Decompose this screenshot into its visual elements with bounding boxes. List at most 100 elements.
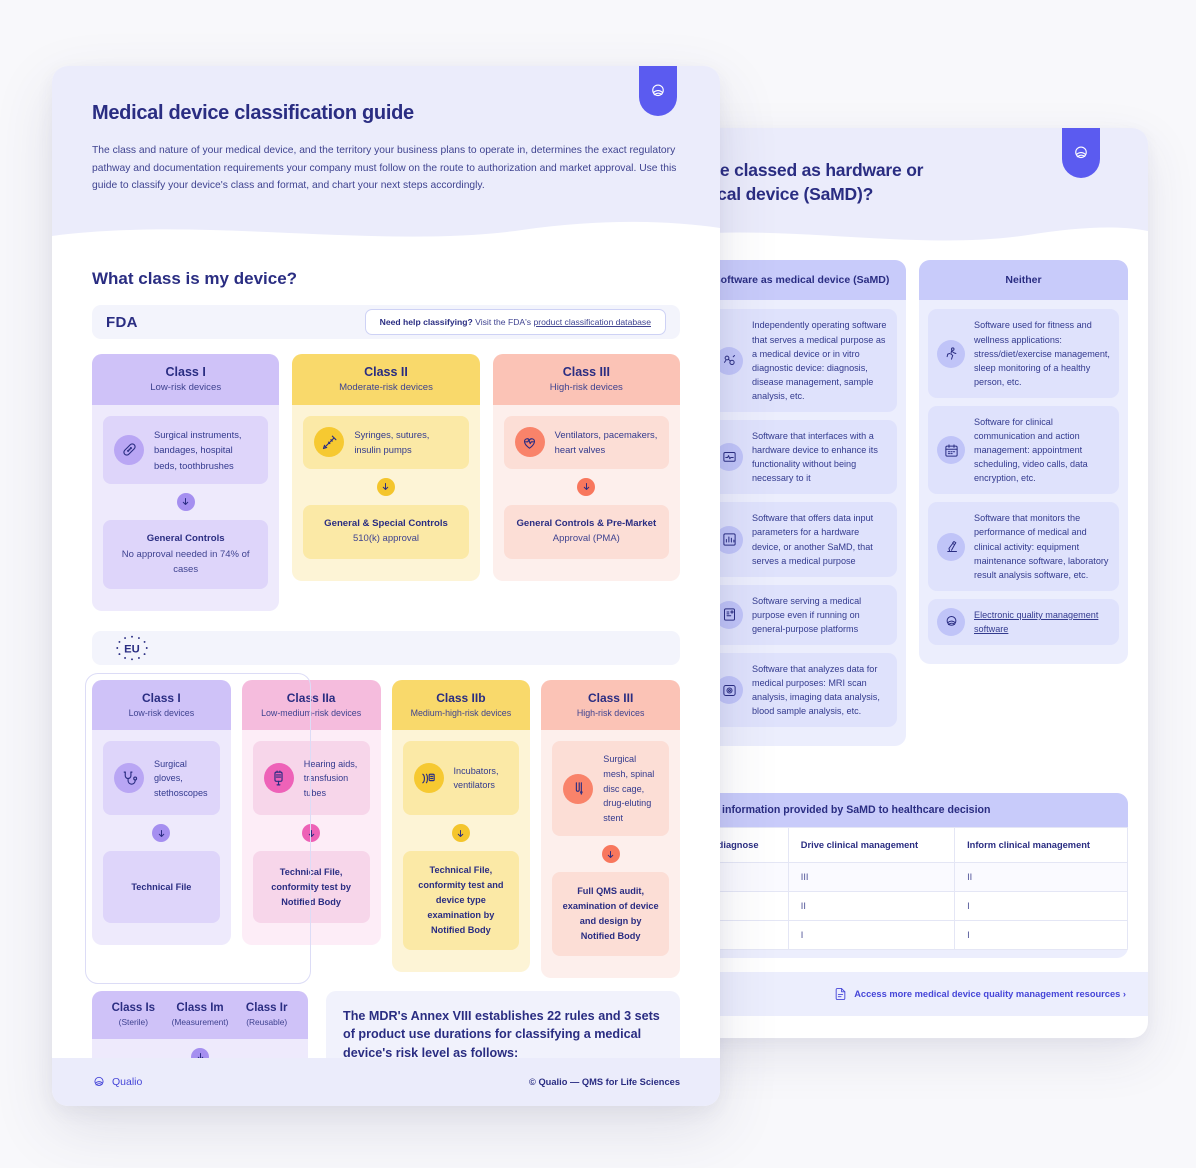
samd-item-text: Software that analyzes data for medical … — [752, 664, 880, 717]
class-outcome-detail: No approval needed in 74% of cases — [121, 548, 250, 576]
samd-column-title: Neither — [919, 260, 1128, 301]
class-examples: Surgical mesh, spinal disc cage, drug-el… — [603, 754, 655, 823]
syringe-icon — [314, 427, 345, 458]
table-cell: I — [787, 920, 956, 951]
qualio-icon — [937, 607, 965, 636]
samd-column-samd: Software as medical device (SaMD) Indepe… — [697, 260, 906, 747]
samd-item-text: Software used for fitness and wellness a… — [974, 320, 1110, 387]
hero-wave — [648, 227, 1148, 254]
table-cell: II — [787, 891, 956, 922]
subclass-name: Class Is — [111, 1001, 156, 1014]
class-card-header: Class IIb Medium-high-risk devices — [391, 680, 531, 731]
class-outcome-detail: Approval (PMA) — [552, 533, 620, 545]
brand-name: Qualio — [112, 1076, 143, 1088]
class-outcome-title: General Controls — [146, 532, 225, 544]
help-pill-bold: Need help classifying? — [379, 317, 473, 328]
eu-bar: EU — [92, 631, 680, 666]
subclass-note: (Measurement) — [171, 1016, 229, 1027]
incubator-icon — [413, 763, 444, 794]
subclass-note: (Sterile) — [118, 1016, 148, 1027]
class-outcome-box: Technical File, conformity test by Notif… — [252, 851, 370, 924]
class-examples-box: Surgical gloves, stethoscopes — [103, 741, 220, 816]
fda-logo: FDA — [106, 313, 138, 331]
samd-items: Software used for fitness and wellness a… — [919, 300, 1128, 654]
stent-icon — [563, 773, 594, 804]
class-subtitle: Moderate-risk devices — [339, 382, 433, 394]
table-cell: I — [954, 920, 1128, 951]
samd-column-neither: Neither Software used for fitness and we… — [919, 260, 1128, 665]
class-subtitle: High-risk devices — [549, 382, 623, 394]
class-outcome-box: Technical File — [103, 851, 220, 924]
class-card-body: Surgical mesh, spinal disc cage, drug-el… — [541, 730, 680, 966]
samd-item-link[interactable]: Electronic quality management software — [928, 598, 1119, 646]
samd-item-text[interactable]: Electronic quality management software — [974, 608, 1110, 636]
microscope-icon — [937, 532, 965, 561]
mdr-heading: The MDR's Annex VIII establishes 22 rule… — [343, 1008, 660, 1061]
class-card-body: Ventilators, pacemakers, heart valves Ge… — [493, 405, 680, 570]
page-intro: The class and nature of your medical dev… — [92, 145, 677, 192]
class-card-header: Class I Low-risk devices — [92, 680, 231, 731]
flow-arrow — [552, 836, 669, 872]
flow-arrow — [253, 815, 370, 851]
class-card-header: Class III High-risk devices — [541, 680, 680, 731]
class-subtitle: Low-risk devices — [128, 708, 195, 719]
screenshot-stage: levice classed as hardware or nedical de… — [0, 0, 1196, 1168]
fda-class-card-3: Class III High-risk devices Ventilators,… — [492, 354, 680, 581]
front-page: Medical device classification guide The … — [52, 66, 720, 1106]
hero-wave — [52, 221, 720, 249]
samd-table-wrapper: ance of information provided by SaMD to … — [668, 793, 1128, 959]
subclass-name: Class Ir — [245, 1001, 288, 1014]
subclass-ir: Class Ir (Reusable) — [233, 1002, 300, 1027]
document-icon — [834, 987, 847, 1001]
eu-class-card-2: Class IIa Low-medium-risk devices Hearin… — [241, 680, 381, 946]
section-title: What class is my device? — [92, 269, 298, 289]
eu-logo-text: EU — [124, 644, 140, 656]
class-examples-box: Hearing aids, transfusion tubes — [252, 741, 370, 816]
front-page-body: What class is my device? FDA Need help c… — [52, 247, 720, 1106]
samd-item: Software that interfaces with a hardware… — [706, 420, 897, 495]
flow-arrow — [403, 815, 520, 851]
class-name: Class III — [562, 365, 610, 380]
subclass-header: Class Is (Sterile) Class Im (Measurement… — [92, 990, 308, 1039]
class-examples-box: Incubators, ventilators — [402, 741, 520, 816]
samd-table: Treat or diagnose Drive clinical managem… — [668, 827, 1128, 951]
table-header-cell: Drive clinical management — [787, 827, 956, 864]
class-outcome-title: Technical File — [131, 881, 192, 892]
class-examples-box: Ventilators, pacemakers, heart valves — [503, 416, 669, 469]
samd-item: Software serving a medical purpose even … — [706, 584, 897, 646]
class-card-body: Incubators, ventilators Technical File, … — [392, 730, 531, 961]
table-row: II I I — [668, 920, 1128, 951]
class-card-body: Hearing aids, transfusion tubes Technica… — [242, 730, 381, 934]
class-name: Class III — [587, 691, 634, 706]
table-cell: III — [787, 862, 956, 893]
bandage-icon — [114, 434, 144, 465]
class-outcome-title: Full QMS audit, examination of device an… — [562, 886, 659, 941]
runner-icon — [937, 339, 965, 368]
back-page-subheading: SaMD? — [670, 764, 1128, 781]
samd-item-text: Software serving a medical purpose even … — [752, 595, 862, 634]
samd-item: Software for clinical communication and … — [928, 405, 1119, 495]
class-card-header: Class I Low-risk devices — [92, 354, 280, 406]
class-outcome-box: Technical File, conformity test and devi… — [402, 851, 520, 950]
help-pill-text: Visit the FDA's — [472, 317, 534, 328]
calendar-icon — [937, 436, 965, 465]
class-outcome-box: General Controls & Pre-Market Approval (… — [503, 504, 669, 559]
resources-link[interactable]: Access more medical device quality manag… — [854, 989, 1126, 999]
samd-item-text: Independently operating software that se… — [752, 320, 887, 401]
product-classification-database-link[interactable]: product classification database — [533, 317, 651, 327]
class-outcome-box: General & Special Controls 510(k) approv… — [303, 504, 469, 559]
samd-item: Software that analyzes data for medical … — [706, 653, 897, 728]
samd-table-banner: ance of information provided by SaMD to … — [668, 793, 1128, 828]
class-outcome-title: Technical File, conformity test and devi… — [418, 865, 504, 936]
table-row: III II I — [668, 891, 1128, 922]
class-name: Class I — [165, 365, 206, 380]
page-title: Medical device classification guide — [92, 102, 414, 124]
class-examples: Syringes, sutures, insulin pumps — [354, 429, 430, 456]
class-examples: Ventilators, pacemakers, heart valves — [554, 429, 658, 456]
eu-class-card-3: Class IIb Medium-high-risk devices Incub… — [391, 680, 531, 972]
class-examples-box: Surgical instruments, bandages, hospital… — [103, 416, 269, 484]
class-examples: Surgical gloves, stethoscopes — [154, 758, 208, 798]
samd-columns: o :: inges, with nware edded sory to l r… — [648, 260, 1128, 747]
help-classifying-pill[interactable]: Need help classifying? Visit the FDA's p… — [364, 309, 666, 336]
class-examples-box: Surgical mesh, spinal disc cage, drug-el… — [552, 741, 669, 837]
